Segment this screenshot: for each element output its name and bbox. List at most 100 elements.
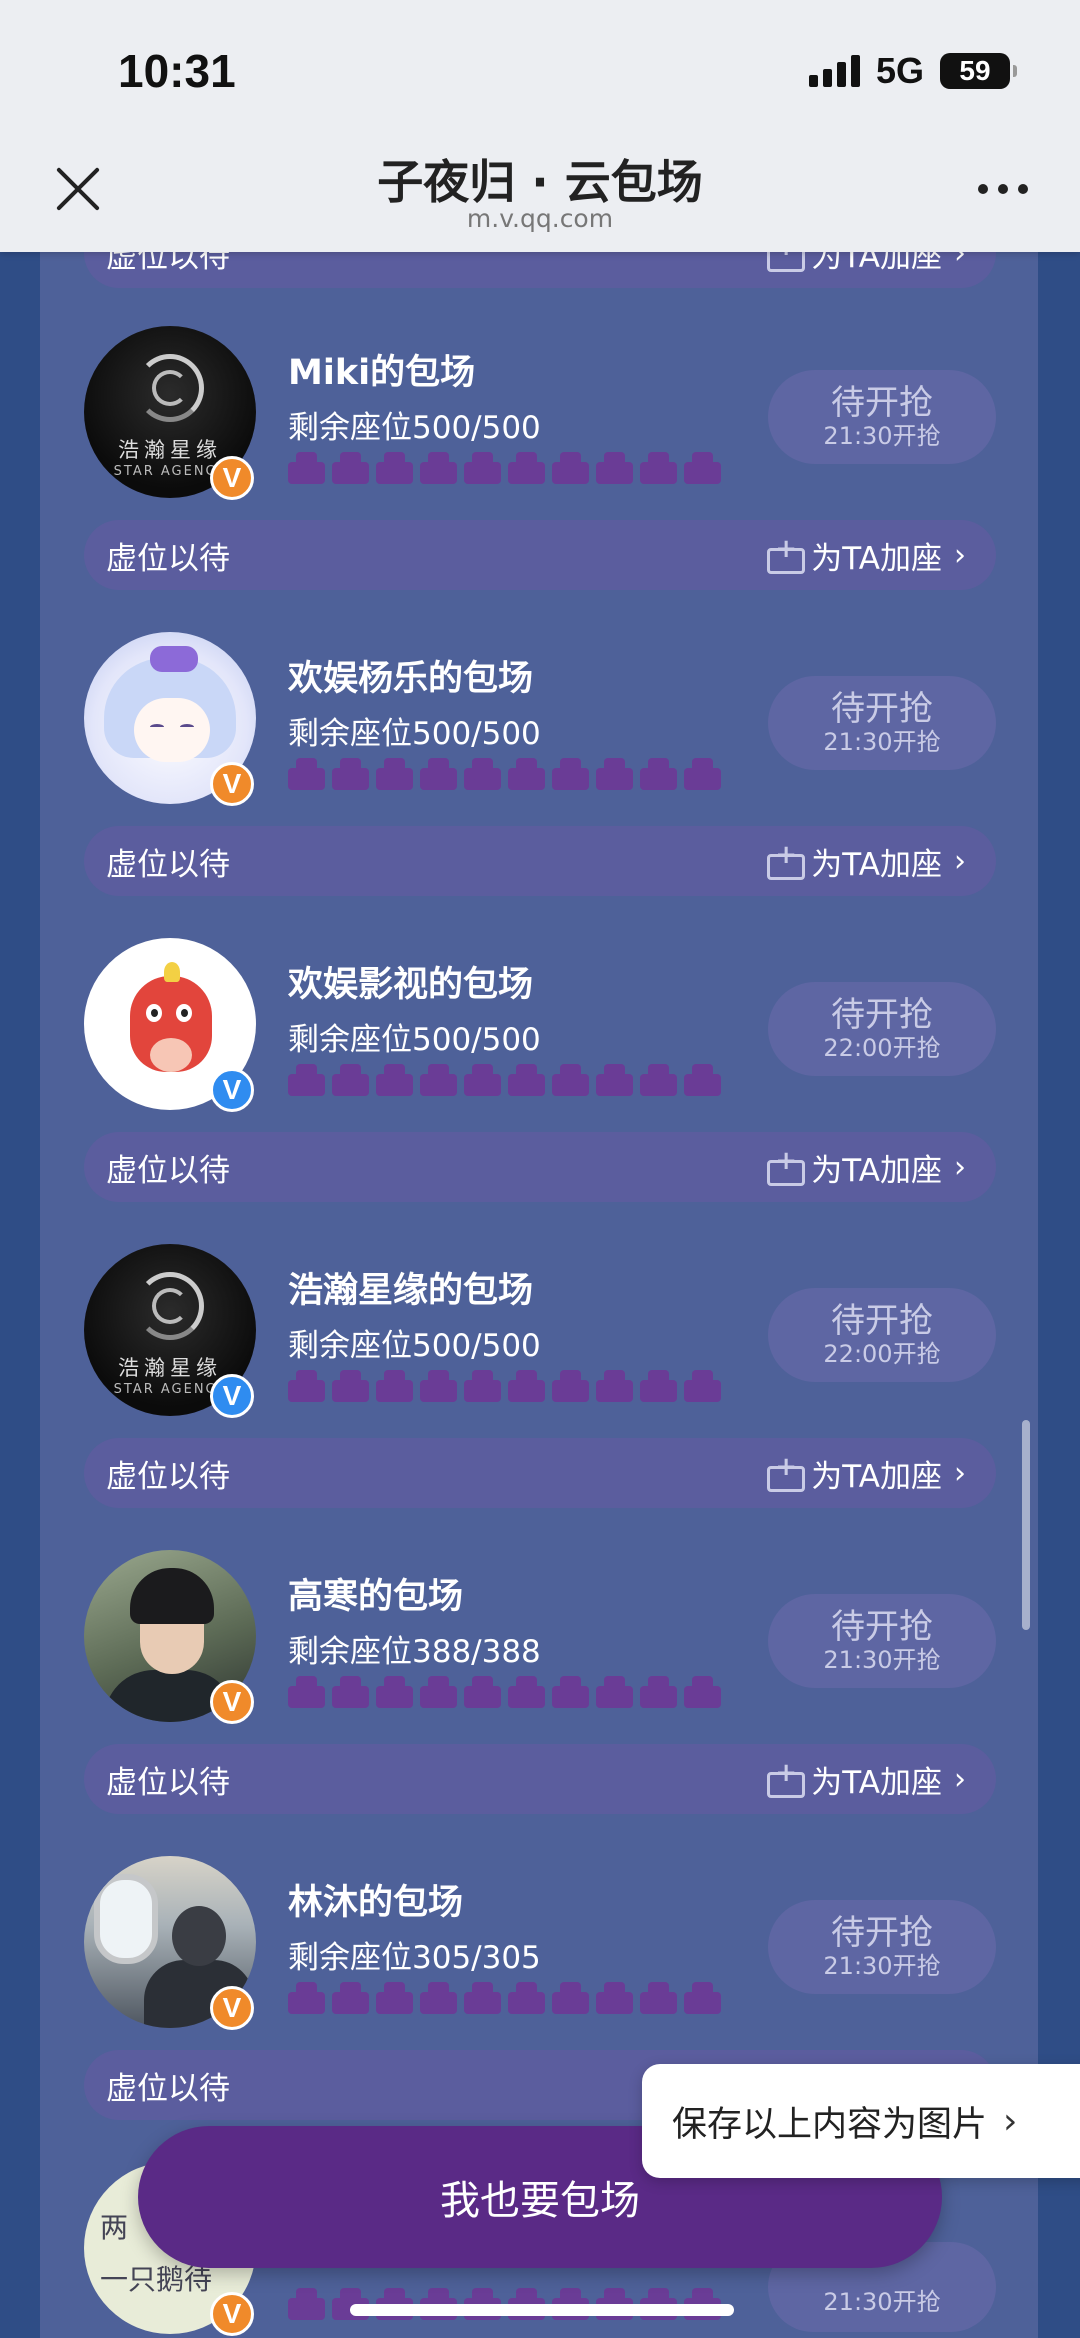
home-indicator[interactable] — [350, 2304, 734, 2316]
verified-badge-icon: V — [210, 1374, 254, 1418]
card-title: Miki的包场 — [288, 353, 476, 393]
seat-icon — [420, 758, 457, 792]
seat-icon — [640, 1676, 677, 1710]
card-title: 林沐的包场 — [288, 1883, 464, 1923]
add-seat-label: 为TA加座 — [811, 1764, 942, 1801]
remaining-seats: 剩余座位388/388 — [288, 1634, 541, 1670]
grab-status-button[interactable]: 待开抢 21:30开抢 — [768, 1900, 996, 1994]
chevron-right-icon: › — [1003, 2100, 1018, 2142]
add-seat-icon — [765, 1146, 806, 1186]
wait-label: 虚位以待 — [106, 540, 230, 577]
verified-badge-icon: V — [210, 762, 254, 806]
seat-icon — [552, 1370, 589, 1404]
seat-icon — [288, 1370, 325, 1404]
grab-time: 21:30开抢 — [823, 727, 941, 756]
seat-icon — [288, 1064, 325, 1098]
add-seat-icon — [765, 840, 806, 880]
wait-label: 虚位以待 — [106, 846, 230, 883]
grab-time: 21:30开抢 — [823, 2287, 941, 2316]
seat-icon — [684, 1982, 721, 2016]
seat-icon — [684, 1676, 721, 1710]
seat-icon — [464, 1064, 501, 1098]
add-seat-button[interactable]: 为TA加座 › — [765, 533, 966, 578]
grab-time: 22:00开抢 — [823, 1033, 941, 1062]
seat-icon — [640, 758, 677, 792]
wait-bar: 虚位以待 为TA加座 › — [84, 520, 996, 590]
seat-icon — [288, 1676, 325, 1710]
seat-icon — [508, 452, 545, 486]
status-icons: 5G 59 — [808, 50, 1017, 92]
seat-icon — [420, 452, 457, 486]
seat-icon — [464, 452, 501, 486]
seat-row — [288, 758, 721, 792]
seat-icon — [420, 1676, 457, 1710]
seat-icon — [596, 1370, 633, 1404]
chevron-right-icon: › — [954, 537, 966, 573]
grab-status-button[interactable]: 待开抢 21:30开抢 — [768, 676, 996, 770]
seat-icon — [640, 1982, 677, 2016]
add-seat-icon — [765, 1452, 806, 1492]
grab-status-button[interactable]: 待开抢 22:00开抢 — [768, 982, 996, 1076]
grab-status-label: 待开抢 — [831, 383, 933, 424]
seat-icon — [376, 1982, 413, 2016]
chevron-right-icon: › — [954, 1761, 966, 1797]
add-seat-label: 为TA加座 — [811, 1152, 942, 1189]
seat-icon — [376, 452, 413, 486]
seat-row — [288, 452, 721, 486]
wait-bar: 虚位以待 为TA加座 › — [84, 1438, 996, 1508]
grab-status-button[interactable]: 待开抢 21:30开抢 — [768, 370, 996, 464]
grab-status-label: 待开抢 — [831, 1301, 933, 1342]
remaining-seats: 剩余座位500/500 — [288, 1328, 541, 1364]
seat-icon — [464, 758, 501, 792]
seat-icon — [552, 1676, 589, 1710]
card-title: 欢娱杨乐的包场 — [288, 659, 534, 699]
seat-icon — [464, 1676, 501, 1710]
seat-icon — [640, 1064, 677, 1098]
seat-row — [288, 1064, 721, 1098]
seat-icon — [420, 1064, 457, 1098]
add-seat-icon — [765, 1758, 806, 1798]
wait-label: 虚位以待 — [106, 1152, 230, 1189]
seat-icon — [684, 1370, 721, 1404]
remaining-seats: 剩余座位500/500 — [288, 410, 541, 446]
top-bar: 10:31 5G 59 子夜归 · 云包场 m.v.qq.com — [0, 0, 1080, 252]
grab-status-button[interactable]: 待开抢 21:30开抢 — [768, 1594, 996, 1688]
seat-icon — [552, 1982, 589, 2016]
add-seat-label: 为TA加座 — [811, 846, 942, 883]
seat-icon — [288, 1982, 325, 2016]
seat-icon — [332, 1982, 369, 2016]
grab-status-label: 待开抢 — [831, 689, 933, 730]
grab-time: 21:30开抢 — [823, 421, 941, 450]
seat-icon — [596, 758, 633, 792]
signal-icon — [808, 55, 860, 87]
scrollbar[interactable] — [1022, 1420, 1030, 1630]
content-panel: 虚位以待 为TA加座 › 浩瀚星缘 STAR AGENCY V Miki的包场 … — [40, 0, 1038, 2338]
remaining-seats: 剩余座位305/305 — [288, 1940, 541, 1976]
seat-icon — [376, 758, 413, 792]
seat-icon — [596, 1982, 633, 2016]
seat-icon — [552, 1064, 589, 1098]
seat-icon — [684, 1064, 721, 1098]
battery-icon: 59 — [940, 53, 1017, 89]
wait-bar: 虚位以待 为TA加座 › — [84, 1744, 996, 1814]
add-seat-button[interactable]: 为TA加座 › — [765, 839, 966, 884]
add-seat-label: 为TA加座 — [811, 540, 942, 577]
verified-badge-icon: V — [210, 1068, 254, 1112]
seat-icon — [332, 452, 369, 486]
remaining-seats: 剩余座位500/500 — [288, 716, 541, 752]
wait-bar: 虚位以待 为TA加座 › — [84, 826, 996, 896]
add-seat-button[interactable]: 为TA加座 › — [765, 1145, 966, 1190]
save-as-image-button[interactable]: 保存以上内容为图片 › — [642, 2064, 1080, 2178]
seat-row — [288, 1982, 721, 2016]
more-icon[interactable] — [978, 184, 1028, 194]
add-seat-button[interactable]: 为TA加座 › — [765, 1757, 966, 1802]
card-title: 高寒的包场 — [288, 1577, 464, 1617]
grab-status-button[interactable]: 待开抢 22:00开抢 — [768, 1288, 996, 1382]
add-seat-button[interactable]: 为TA加座 › — [765, 1451, 966, 1496]
wait-label: 虚位以待 — [106, 1764, 230, 1801]
card-title: 浩瀚星缘的包场 — [288, 1271, 534, 1311]
seat-icon — [552, 758, 589, 792]
verified-badge-icon: V — [210, 1986, 254, 2030]
seat-icon — [420, 1982, 457, 2016]
seat-icon — [552, 452, 589, 486]
